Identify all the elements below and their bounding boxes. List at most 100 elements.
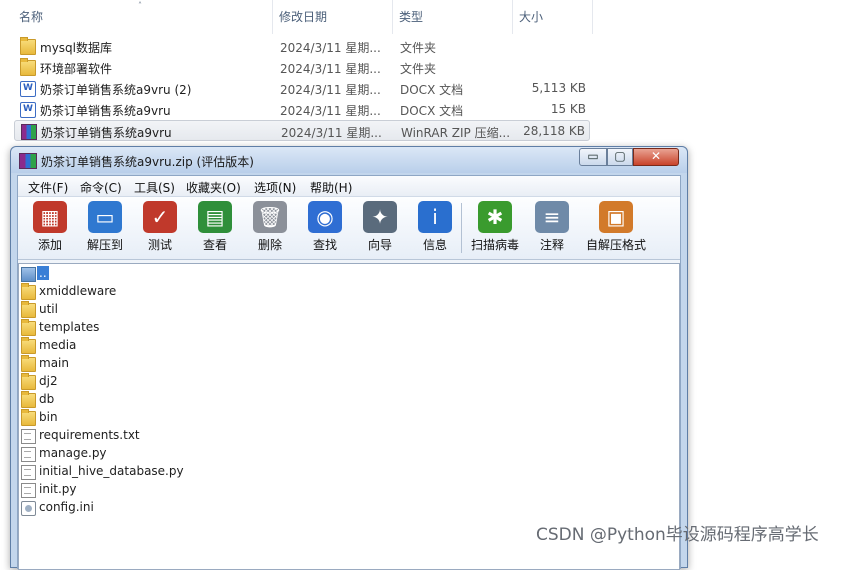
close-button[interactable]: ✕	[633, 148, 679, 166]
archive-file-name: requirements.txt	[39, 428, 140, 442]
menu-item[interactable]: 命令(C)	[80, 179, 122, 196]
file-type: WinRAR ZIP 压缩...	[401, 126, 511, 140]
toolbar-button-test[interactable]: ✓ 测试	[134, 199, 186, 257]
menu-item[interactable]: 帮助(H)	[310, 179, 352, 196]
folder-icon	[21, 337, 36, 354]
archive-file-name: ..	[37, 266, 49, 280]
sort-ascending-icon: ˄	[138, 1, 142, 10]
file-row[interactable]: 环境部署软件 2024/3/11 星期... 文件夹	[14, 57, 590, 78]
parent-folder-icon	[21, 267, 36, 282]
archive-file-name: media	[39, 338, 77, 352]
file-type: DOCX 文档	[400, 83, 464, 97]
folder-icon	[20, 37, 36, 55]
minimize-button[interactable]: ▭	[579, 148, 607, 166]
close-icon: ✕	[650, 149, 662, 163]
file-name: 奶茶订单销售系统a9vru	[41, 126, 172, 140]
toolbar-button-label: 信息	[422, 238, 447, 252]
archive-file-name: manage.py	[39, 446, 107, 460]
toolbar-button-label: 注释	[539, 238, 564, 252]
file-name: 环境部署软件	[40, 62, 113, 76]
window-title: 奶茶订单销售系统a9vru.zip (评估版本)	[41, 155, 254, 169]
column-header-date[interactable]: 修改日期	[273, 0, 393, 34]
file-date: 2024/3/11 星期...	[280, 62, 381, 76]
info-icon: i	[418, 201, 452, 233]
toolbar-button-view[interactable]: ▤ 查看	[189, 199, 241, 257]
column-name-label: 名称	[19, 10, 44, 24]
menu-bar: 文件(F) 命令(C) 工具(S) 收藏夹(O) 选项(N) 帮助(H)	[18, 176, 680, 197]
docx-icon: W	[20, 81, 36, 97]
sfx-icon: ▣	[599, 201, 633, 233]
title-bar[interactable]: 奶茶订单销售系统a9vru.zip (评估版本) ▭ ▢ ✕	[11, 147, 687, 173]
minimize-icon: ▭	[587, 149, 599, 163]
file-name: 奶茶订单销售系统a9vru	[40, 104, 171, 118]
explorer-column-header: 名称 ˄ 修改日期 类型 大小	[0, 0, 860, 34]
folder-icon	[21, 283, 36, 300]
toolbar-button-sfx[interactable]: ▣ 自解压格式	[586, 199, 646, 257]
column-size-label: 大小	[519, 10, 544, 24]
comment-icon: ≡	[535, 201, 569, 233]
archive-file-name: dj2	[39, 374, 58, 388]
file-type: 文件夹	[400, 41, 437, 55]
toolbar-button-find[interactable]: ◉ 查找	[299, 199, 351, 257]
column-type-label: 类型	[399, 10, 424, 24]
archive-file-name: templates	[39, 320, 100, 334]
column-date-label: 修改日期	[279, 10, 328, 24]
folder-icon	[21, 409, 36, 426]
text-file-icon	[21, 465, 36, 480]
file-row[interactable]: 奶茶订单销售系统a9vru 2024/3/11 星期... WinRAR ZIP 压…	[14, 120, 590, 141]
maximize-button[interactable]: ▢	[607, 148, 633, 166]
text-file-icon	[21, 483, 36, 498]
winrar-icon	[21, 124, 37, 140]
file-size: 15 KB	[550, 102, 586, 116]
virus-scan-icon: ✱	[478, 201, 512, 233]
folder-icon	[21, 355, 36, 372]
file-date: 2024/3/11 星期...	[280, 83, 381, 97]
file-type: DOCX 文档	[400, 104, 464, 118]
file-type: 文件夹	[400, 62, 437, 76]
test-icon: ✓	[143, 201, 177, 233]
toolbar-button-add[interactable]: ▦ 添加	[24, 199, 76, 257]
find-icon: ◉	[308, 201, 342, 233]
toolbar-button-virus-scan[interactable]: ✱ 扫描病毒	[469, 199, 521, 257]
file-size: 5,113 KB	[531, 81, 586, 95]
settings-file-icon	[21, 501, 36, 516]
column-header-size[interactable]: 大小	[513, 0, 593, 34]
toolbar-button-delete[interactable]: 🗑 删除	[244, 199, 296, 257]
archive-file-name: db	[39, 392, 55, 406]
folder-icon	[21, 319, 36, 336]
toolbar-button-wizard[interactable]: ✦ 向导	[354, 199, 406, 257]
file-row[interactable]: W 奶茶订单销售系统a9vru (2) 2024/3/11 星期... DOCX 文档…	[14, 78, 590, 99]
watermark: CSDN @Python毕设源码程序高学长	[536, 525, 819, 545]
menu-item[interactable]: 收藏夹(O)	[186, 179, 241, 196]
text-file-icon	[21, 429, 36, 444]
toolbar-button-label: 自解压格式	[585, 238, 646, 252]
file-date: 2024/3/11 星期...	[280, 41, 381, 55]
archive-file-name: init.py	[39, 482, 77, 496]
extract-to-icon: ▭	[88, 201, 122, 233]
menu-item[interactable]: 选项(N)	[254, 179, 296, 196]
toolbar-button-info[interactable]: i 信息	[409, 199, 461, 257]
folder-icon	[21, 373, 36, 390]
archive-file-name: initial_hive_database.py	[39, 464, 184, 478]
file-date: 2024/3/11 星期...	[280, 104, 381, 118]
file-name: 奶茶订单销售系统a9vru (2)	[40, 83, 192, 97]
wizard-icon: ✦	[363, 201, 397, 233]
toolbar-button-comment[interactable]: ≡ 注释	[526, 199, 578, 257]
maximize-icon: ▢	[614, 149, 626, 163]
folder-icon	[20, 58, 36, 76]
add-icon: ▦	[33, 201, 67, 233]
toolbar-button-extract-to[interactable]: ▭ 解压到	[79, 199, 131, 257]
file-date: 2024/3/11 星期...	[281, 126, 382, 140]
delete-icon: 🗑	[253, 201, 287, 233]
folder-icon	[21, 301, 36, 318]
menu-item[interactable]: 工具(S)	[134, 179, 175, 196]
menu-item[interactable]: 文件(F)	[28, 179, 68, 196]
column-header-type[interactable]: 类型	[393, 0, 513, 34]
file-size: 28,118 KB	[523, 124, 585, 138]
window-client-area: 文件(F) 命令(C) 工具(S) 收藏夹(O) 选项(N) 帮助(H) ▦ 添加 ▭ 解压到 ✓…	[17, 175, 681, 570]
file-row[interactable]: mysql数据库 2024/3/11 星期... 文件夹	[14, 36, 590, 57]
archive-file-name: bin	[39, 410, 58, 424]
toolbar-button-label: 扫描病毒	[470, 238, 519, 252]
file-row[interactable]: W 奶茶订单销售系统a9vru 2024/3/11 星期... DOCX 文档 15 K…	[14, 99, 590, 120]
column-header-name[interactable]: 名称	[13, 0, 273, 34]
